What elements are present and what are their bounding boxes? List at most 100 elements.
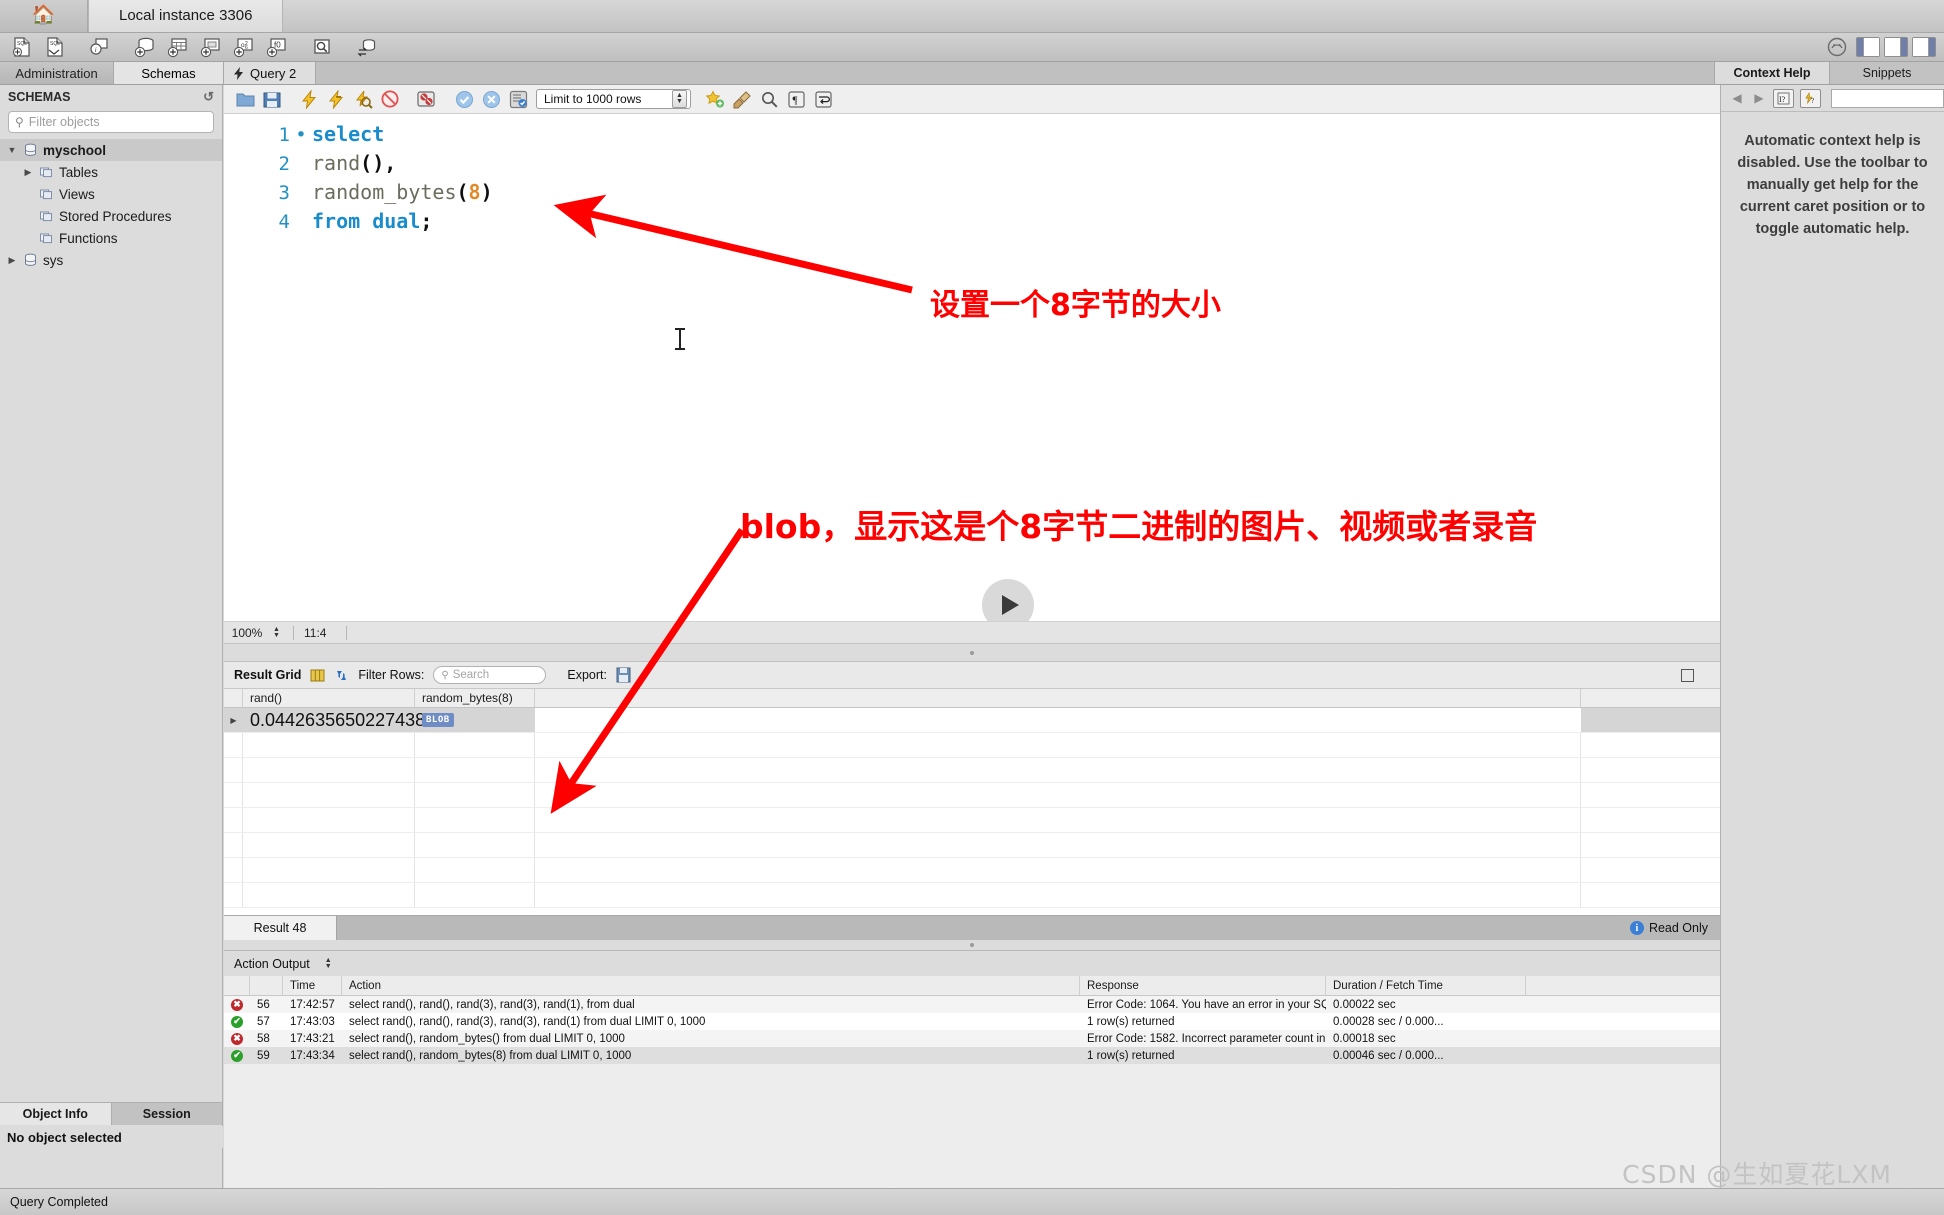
execute-current-statement-icon[interactable]	[323, 87, 349, 111]
action-output-row[interactable]: ✖ 58 17:43:21 select rand(), random_byte…	[224, 1030, 1720, 1047]
back-icon[interactable]: ◀	[1729, 91, 1745, 105]
row-time: 17:43:21	[283, 1033, 342, 1045]
tree-item-myschool[interactable]: ▼ myschool	[0, 139, 222, 161]
explain-statement-icon[interactable]	[350, 87, 376, 111]
tree-item-views[interactable]: Views	[0, 183, 222, 205]
toggle-bottom-panel-button[interactable]	[1884, 37, 1908, 57]
tree-item-functions[interactable]: Functions	[0, 227, 222, 249]
toggle-autocommit-icon[interactable]	[505, 87, 531, 111]
toggle-stop-on-error-icon[interactable]	[414, 87, 440, 111]
home-tab[interactable]: 🏠	[0, 0, 88, 32]
sidebar-bottom-tabs: Object Info Session	[0, 1102, 223, 1125]
refresh-icon[interactable]: ↺	[203, 89, 214, 105]
row-expander-icon[interactable]: ▶	[224, 708, 243, 732]
execute-statement-icon[interactable]	[296, 87, 322, 111]
toggle-invisible-chars-icon[interactable]: ¶	[783, 87, 809, 111]
stop-execution-icon[interactable]	[377, 87, 403, 111]
action-output-row[interactable]: ✖ 56 17:42:57 select rand(), rand(), ran…	[224, 996, 1720, 1013]
col-time[interactable]: Time	[283, 976, 342, 995]
open-sql-script-icon[interactable]: SQL	[39, 34, 70, 60]
toggle-auto-help-icon[interactable]: ?	[1800, 89, 1821, 108]
tab-query-2[interactable]: Query 2	[224, 62, 316, 84]
add-snippet-icon[interactable]	[702, 87, 728, 111]
tree-item-stored-procedures[interactable]: Stored Procedures	[0, 205, 222, 227]
col-response[interactable]: Response	[1080, 976, 1326, 995]
create-function-icon[interactable]: f0	[261, 34, 292, 60]
folder-icon	[39, 165, 54, 179]
column-header-random-bytes[interactable]: random_bytes(8)	[415, 689, 535, 707]
table-row-empty[interactable]	[224, 833, 1720, 858]
action-output-row[interactable]: ✔ 57 17:43:03 select rand(), rand(), ran…	[224, 1013, 1720, 1030]
zoom-stepper-icon[interactable]: ▲▼	[270, 625, 283, 641]
beautify-sql-icon[interactable]	[729, 87, 755, 111]
open-script-icon[interactable]	[232, 87, 258, 111]
toggle-right-panel-button[interactable]	[1912, 37, 1936, 57]
new-sql-tab-icon[interactable]: SQL	[6, 34, 37, 60]
result-tab-strip: Result 48 i Read Only	[224, 915, 1720, 940]
reconnect-server-icon[interactable]	[351, 34, 382, 60]
table-row-empty[interactable]	[224, 758, 1720, 783]
search-icon: ⚲	[15, 115, 24, 129]
table-row-empty[interactable]	[224, 808, 1720, 833]
tree-item-tables[interactable]: ▶ Tables	[0, 161, 222, 183]
row-response: 1 row(s) returned	[1080, 1050, 1326, 1062]
forward-icon[interactable]: ▶	[1751, 91, 1767, 105]
grid-columns-icon[interactable]	[310, 668, 325, 683]
table-row[interactable]: ▶ 0.04426356502274383 BLOB	[224, 708, 1720, 733]
expander-icon[interactable]: ▶	[6, 255, 18, 266]
row-duration: 0.00018 sec	[1326, 1033, 1526, 1045]
tree-item-sys[interactable]: ▶ sys	[0, 249, 222, 271]
connection-info-icon[interactable]: i	[84, 34, 115, 60]
editor-results-splitter[interactable]	[224, 644, 1720, 662]
tab-session[interactable]: Session	[112, 1103, 224, 1125]
get-help-icon[interactable]: I?	[1773, 89, 1794, 108]
rollback-icon[interactable]	[478, 87, 504, 111]
create-view-icon[interactable]	[195, 34, 226, 60]
col-duration[interactable]: Duration / Fetch Time	[1326, 976, 1526, 995]
limit-rows-select[interactable]: Limit to 1000 rows ▲▼	[536, 89, 691, 109]
output-splitter[interactable]	[224, 940, 1720, 950]
play-overlay-button[interactable]	[982, 579, 1034, 622]
filter-rows-search-box[interactable]: ⚲ Search	[433, 666, 546, 684]
table-row-empty[interactable]	[224, 783, 1720, 808]
maximize-grid-icon[interactable]	[1681, 669, 1694, 682]
column-header-rand[interactable]: rand()	[243, 689, 415, 707]
action-output-header-row: Time Action Response Duration / Fetch Ti…	[224, 976, 1720, 996]
row-action: select rand(), random_bytes(8) from dual…	[342, 1050, 1080, 1062]
tab-schemas[interactable]: Schemas	[114, 62, 224, 84]
result-48-tab[interactable]: Result 48	[224, 916, 337, 940]
tab-administration[interactable]: Administration	[0, 62, 114, 84]
table-row-empty[interactable]	[224, 883, 1720, 908]
save-script-icon[interactable]	[259, 87, 285, 111]
limit-stepper-icon[interactable]: ▲▼	[672, 90, 687, 108]
expander-icon[interactable]: ▶	[22, 167, 34, 178]
toggle-left-panel-button[interactable]	[1856, 37, 1880, 57]
expander-icon[interactable]: ▼	[6, 145, 18, 155]
caret-position: 11:4	[304, 626, 326, 640]
filter-objects-box[interactable]: ⚲	[8, 111, 214, 133]
tab-object-info[interactable]: Object Info	[0, 1103, 112, 1125]
filter-toggle-icon[interactable]	[334, 668, 349, 683]
table-row-empty[interactable]	[224, 733, 1720, 758]
create-table-icon[interactable]	[162, 34, 193, 60]
toggle-word-wrap-icon[interactable]	[810, 87, 836, 111]
tab-snippets[interactable]: Snippets	[1829, 62, 1944, 84]
find-icon[interactable]	[756, 87, 782, 111]
row-response: Error Code: 1582. Incorrect parameter co…	[1080, 1033, 1326, 1045]
create-schema-icon[interactable]	[129, 34, 160, 60]
filter-objects-input[interactable]	[29, 115, 207, 129]
search-data-icon[interactable]	[306, 34, 337, 60]
cell-rand[interactable]: 0.04426356502274383	[243, 708, 415, 732]
tab-context-help[interactable]: Context Help	[1714, 62, 1829, 84]
context-help-search-input[interactable]	[1831, 89, 1944, 108]
table-row-empty[interactable]	[224, 858, 1720, 883]
commit-icon[interactable]	[451, 87, 477, 111]
export-icon[interactable]	[616, 667, 631, 683]
cell-random-bytes[interactable]: BLOB	[415, 708, 535, 732]
instance-tab[interactable]: Local instance 3306	[88, 0, 283, 32]
action-output-dropdown-icon[interactable]: ▲▼	[322, 955, 335, 973]
col-action[interactable]: Action	[342, 976, 1080, 995]
create-procedure-icon[interactable]: o26	[228, 34, 259, 60]
result-grid-table[interactable]: rand() random_bytes(8) ▶ 0.0442635650227…	[224, 689, 1720, 915]
action-output-row[interactable]: ✔ 59 17:43:34 select rand(), random_byte…	[224, 1047, 1720, 1064]
